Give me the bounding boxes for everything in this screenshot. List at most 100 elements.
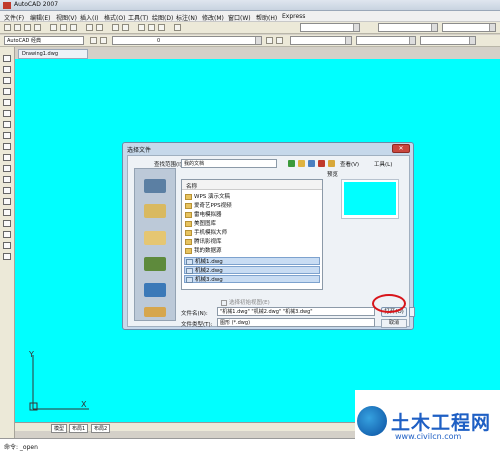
line-icon[interactable]	[3, 55, 11, 62]
spline-icon[interactable]	[3, 143, 11, 150]
desktop-place-icon[interactable]	[144, 283, 166, 297]
tools-menu[interactable]: 工具(L)	[374, 160, 392, 168]
filename-input[interactable]: "机械1.dwg" "机械2.dwg" "机械3.dwg"	[217, 307, 375, 316]
new-folder-icon[interactable]	[328, 160, 335, 167]
close-icon[interactable]: ✕	[392, 144, 410, 153]
ellipse-arc-icon[interactable]	[3, 165, 11, 172]
ellipse-icon[interactable]	[3, 154, 11, 161]
menu-tools[interactable]: 工具(T)	[128, 13, 148, 22]
make-block-icon[interactable]	[3, 187, 11, 194]
dwg-file-icon	[186, 277, 193, 283]
color-combo[interactable]	[290, 36, 352, 45]
new-file-icon[interactable]	[4, 24, 11, 31]
workspace-combo[interactable]: AutoCAD 经典	[4, 36, 84, 45]
menu-view[interactable]: 视图(V)	[56, 13, 77, 22]
layer-manager-icon[interactable]	[90, 37, 97, 44]
buzzsaw-place-icon[interactable]	[144, 307, 166, 317]
cancel-button[interactable]: 取消	[381, 319, 407, 328]
list-item[interactable]: 雷电模拟器	[184, 211, 320, 219]
rectangle-icon[interactable]	[3, 99, 11, 106]
list-item[interactable]: 美图图库	[184, 220, 320, 228]
menu-express[interactable]: Express	[282, 13, 305, 20]
pan-icon[interactable]	[112, 24, 119, 31]
list-header-name[interactable]: 名称	[182, 180, 322, 190]
list-item[interactable]: 手机模拟大师	[184, 229, 320, 237]
open-file-icon[interactable]	[14, 24, 21, 31]
arc-icon[interactable]	[3, 110, 11, 117]
list-item[interactable]: WPS 演示文稿	[184, 193, 320, 201]
lineweight-combo[interactable]	[420, 36, 476, 45]
up-folder-icon[interactable]	[298, 160, 305, 167]
list-item[interactable]: 我的数据源	[184, 247, 320, 255]
menu-edit[interactable]: 编辑(E)	[30, 13, 50, 22]
cut-icon[interactable]	[50, 24, 57, 31]
tool-palette-icon[interactable]	[158, 24, 165, 31]
menu-file[interactable]: 文件(F)	[4, 13, 24, 22]
open-options-dropdown[interactable]	[409, 307, 415, 317]
preview-thumbnail	[344, 182, 396, 215]
tab-model[interactable]: 模型	[51, 424, 68, 433]
menu-help[interactable]: 帮助(H)	[256, 13, 277, 22]
history-place-icon[interactable]	[144, 179, 166, 193]
region-icon[interactable]	[3, 231, 11, 238]
save-icon[interactable]	[24, 24, 31, 31]
file-list[interactable]: 名称 WPS 演示文稿 爱奇艺PPS视频 雷电模拟器 美图图库 手机模拟大师 腾…	[181, 179, 323, 290]
properties-icon[interactable]	[138, 24, 145, 31]
insert-block-icon[interactable]	[3, 176, 11, 183]
gradient-icon[interactable]	[3, 220, 11, 227]
menu-draw[interactable]: 绘图(D)	[152, 13, 173, 22]
undo-icon[interactable]	[86, 24, 93, 31]
paste-icon[interactable]	[70, 24, 77, 31]
my-documents-place-icon[interactable]	[144, 204, 166, 218]
layers-toolbar: AutoCAD 经典 0	[0, 35, 500, 47]
layer-state-icon[interactable]	[100, 37, 107, 44]
list-item-selected[interactable]: 机械2.dwg	[184, 266, 320, 274]
layer-previous-icon[interactable]	[276, 37, 283, 44]
standard-toolbar	[0, 22, 500, 34]
window-title: AutoCAD 2007	[14, 1, 59, 8]
menu-window[interactable]: 窗口(W)	[228, 13, 251, 22]
layer-combo[interactable]: 0	[112, 36, 262, 45]
dim-style-combo[interactable]	[378, 23, 438, 32]
favorites-place-icon[interactable]	[144, 231, 166, 245]
construction-line-icon[interactable]	[3, 66, 11, 73]
revision-cloud-icon[interactable]	[3, 132, 11, 139]
print-icon[interactable]	[34, 24, 41, 31]
list-item[interactable]: 爱奇艺PPS视频	[184, 202, 320, 210]
polygon-icon[interactable]	[3, 88, 11, 95]
menu-dimension[interactable]: 标注(N)	[176, 13, 197, 22]
polyline-icon[interactable]	[3, 77, 11, 84]
redo-icon[interactable]	[96, 24, 103, 31]
command-line[interactable]: 命令: _open	[0, 438, 355, 466]
back-icon[interactable]	[288, 160, 295, 167]
delete-icon[interactable]	[318, 160, 325, 167]
linetype-combo[interactable]	[356, 36, 416, 45]
help-icon[interactable]	[174, 24, 181, 31]
lookin-select[interactable]: 我的文档	[181, 159, 277, 168]
tab-layout2[interactable]: 布局2	[91, 424, 111, 433]
views-menu[interactable]: 查看(V)	[340, 160, 359, 168]
point-icon[interactable]	[3, 198, 11, 205]
initial-view-checkbox[interactable]: 选择初始视图(E)	[221, 298, 270, 306]
table-icon[interactable]	[3, 242, 11, 249]
list-item[interactable]: 腾讯影视库	[184, 238, 320, 246]
menu-modify[interactable]: 修改(M)	[202, 13, 224, 22]
zoom-icon[interactable]	[122, 24, 129, 31]
list-item-selected[interactable]: 机械1.dwg	[184, 257, 320, 265]
table-style-combo[interactable]	[442, 23, 496, 32]
make-current-layer-icon[interactable]	[266, 37, 273, 44]
circle-icon[interactable]	[3, 121, 11, 128]
multiline-text-icon[interactable]	[3, 253, 11, 260]
menu-format[interactable]: 格式(O)	[104, 13, 125, 22]
list-item-selected[interactable]: 机械3.dwg	[184, 275, 320, 283]
hatch-icon[interactable]	[3, 209, 11, 216]
filetype-select[interactable]: 图形 (*.dwg)	[217, 318, 375, 327]
menu-insert[interactable]: 插入(I)	[80, 13, 98, 22]
tab-layout1[interactable]: 布局1	[69, 424, 89, 433]
text-style-combo[interactable]	[300, 23, 360, 32]
copy-icon[interactable]	[60, 24, 67, 31]
file-name: 爱奇艺PPS视频	[194, 203, 232, 209]
design-center-icon[interactable]	[148, 24, 155, 31]
search-web-icon[interactable]	[308, 160, 315, 167]
ftp-place-icon[interactable]	[144, 257, 166, 271]
